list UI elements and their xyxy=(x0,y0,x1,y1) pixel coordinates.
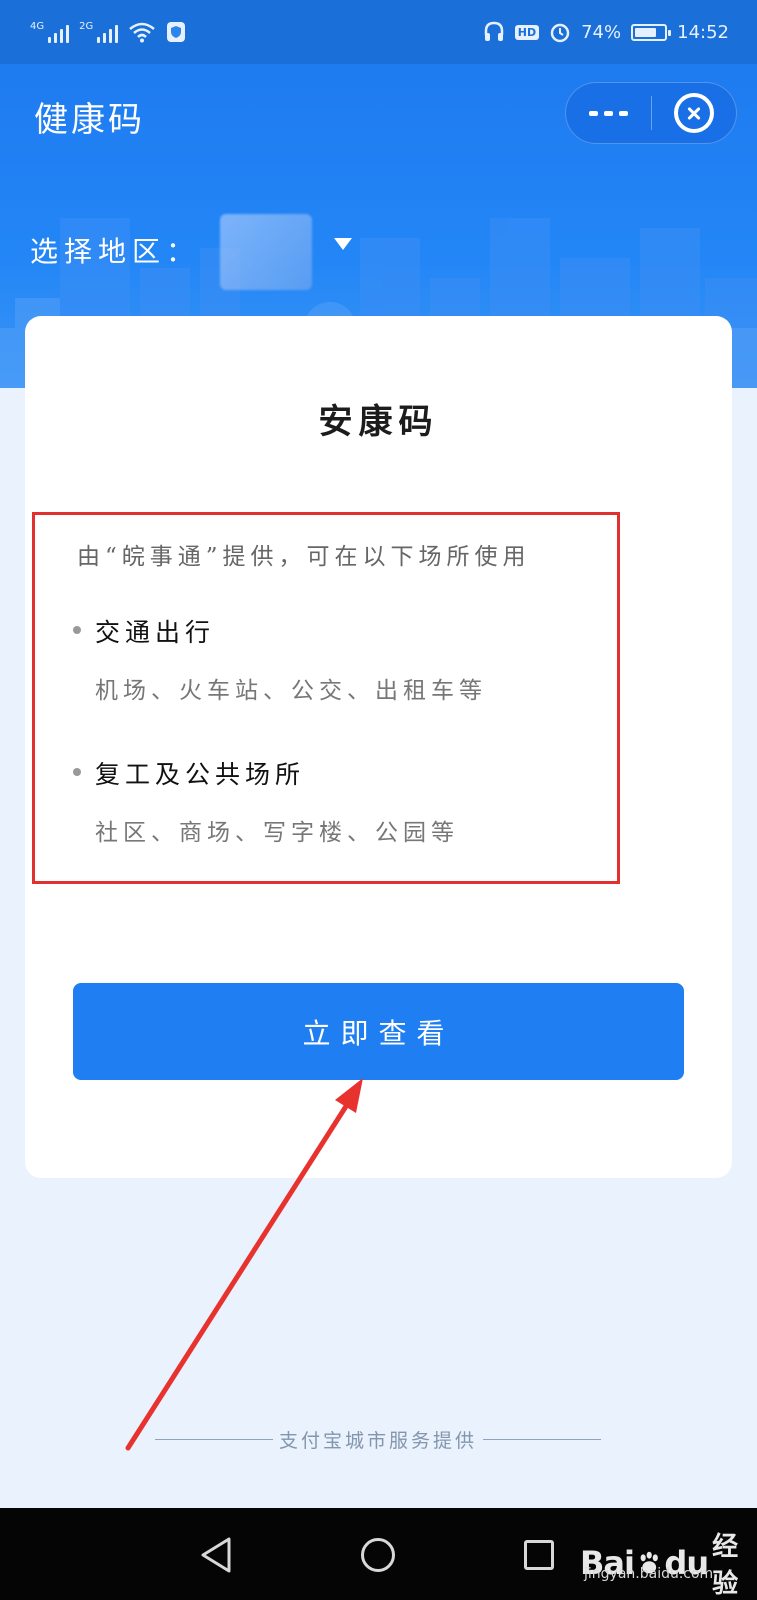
bullet-dot xyxy=(73,768,81,776)
more-button[interactable] xyxy=(566,82,651,144)
home-button[interactable] xyxy=(352,1530,404,1580)
watermark-url: jingyan.baidu.com xyxy=(584,1566,714,1582)
group-heading-public-places: 复工及公共场所 xyxy=(95,760,306,789)
watermark-product: 经验 xyxy=(712,1532,739,1599)
mini-program-capsule xyxy=(565,82,737,144)
bullet-dot xyxy=(73,626,81,634)
view-now-button[interactable]: 立即查看 xyxy=(73,983,684,1080)
wifi-icon xyxy=(129,22,156,43)
alarm-icon xyxy=(550,23,570,43)
back-button[interactable] xyxy=(190,1530,242,1580)
cellular-signal-icon: 4G xyxy=(30,21,70,43)
footer-line-right xyxy=(483,1439,602,1440)
home-circle-icon xyxy=(361,1538,395,1572)
headphones-icon xyxy=(484,21,504,41)
app-title: 健康码 xyxy=(34,100,145,140)
hd-badge: HD xyxy=(514,24,540,40)
status-left: 4G 2G xyxy=(30,21,186,43)
recents-button[interactable] xyxy=(513,1530,565,1580)
network-type-2-label: 2G xyxy=(79,21,94,32)
region-dropdown-icon[interactable] xyxy=(334,238,352,250)
status-right: HD 74% 14:52 xyxy=(483,21,729,43)
card-title: 安康码 xyxy=(318,402,439,442)
recents-square-icon xyxy=(524,1540,554,1570)
network-type-label: 4G xyxy=(30,21,45,32)
more-dots-icon xyxy=(588,110,628,116)
close-button[interactable] xyxy=(652,82,737,144)
cellular-signal-2-icon: 2G xyxy=(79,21,119,43)
shield-icon xyxy=(167,22,186,42)
close-icon xyxy=(673,93,714,133)
group-desc-transport: 机场、火车站、公交、出租车等 xyxy=(95,678,487,704)
group-desc-public-places: 社区、商场、写字楼、公园等 xyxy=(95,820,459,846)
footer: 支付宝城市服务提供 xyxy=(155,1426,602,1453)
status-bar: 4G 2G HD 74% 14:52 xyxy=(0,0,757,64)
health-code-card: 安康码 由“皖事通”提供，可在以下场所使用 交通出行 机场、火车站、公交、出租车… xyxy=(25,316,732,1178)
region-value-blurred[interactable] xyxy=(220,214,312,290)
battery-icon xyxy=(631,23,672,41)
group-heading-transport: 交通出行 xyxy=(95,618,216,647)
footer-text: 支付宝城市服务提供 xyxy=(279,1430,478,1452)
footer-line-left xyxy=(155,1439,273,1440)
back-triangle-icon xyxy=(201,1537,231,1573)
region-label: 选择地区： xyxy=(30,235,201,268)
baidu-jingyan-watermark: Bai du 经验 xyxy=(580,1526,757,1600)
battery-percent: 74% xyxy=(581,21,622,43)
clock: 14:52 xyxy=(677,21,729,43)
provider-text: 由“皖事通”提供，可在以下场所使用 xyxy=(77,544,531,570)
